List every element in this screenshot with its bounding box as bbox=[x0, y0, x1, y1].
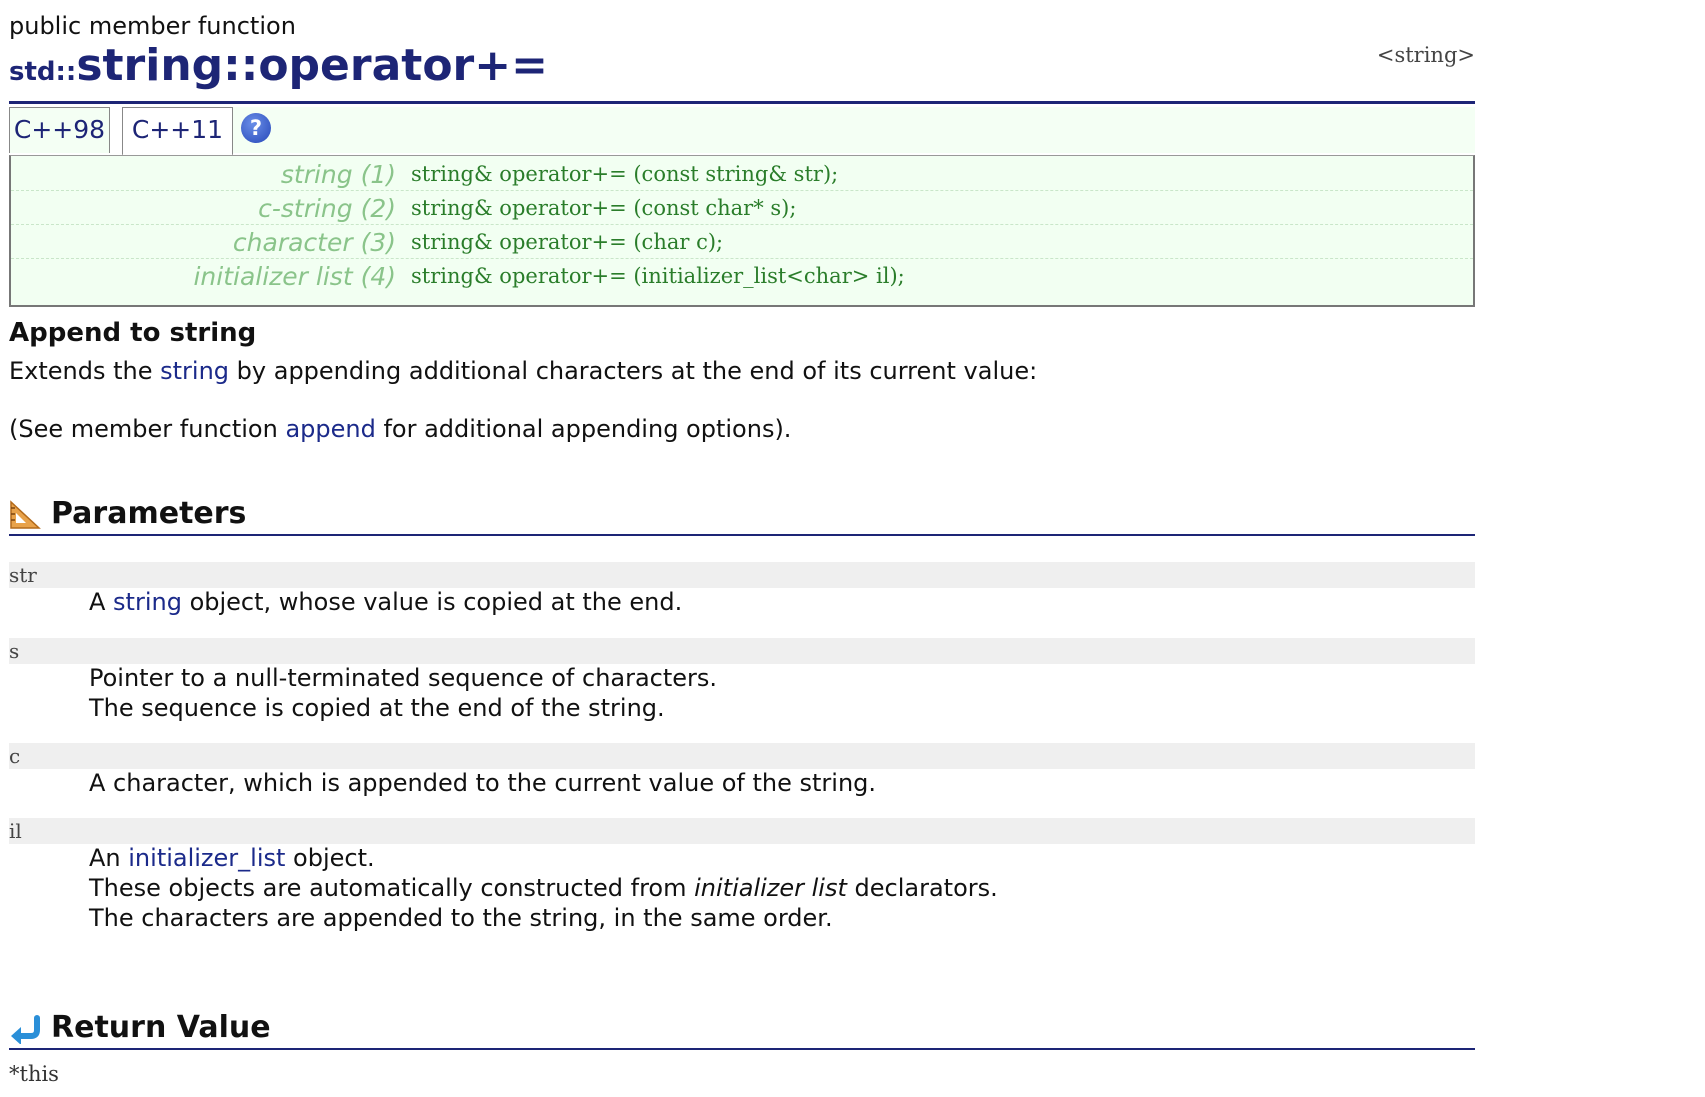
param-text: A bbox=[89, 588, 114, 616]
param-name-str: str bbox=[9, 562, 1475, 588]
description-paragraph-1: Extends the string by appending addition… bbox=[9, 357, 1037, 385]
return-value-section-heading: Return Value bbox=[9, 1010, 1475, 1050]
tab-cpp11[interactable]: C++11 bbox=[122, 107, 233, 156]
param-name-c: c bbox=[9, 743, 1475, 769]
parameters-heading: Parameters bbox=[51, 496, 247, 531]
prototype-code: string& operator+= (const char* s); bbox=[411, 196, 797, 220]
param-text: An bbox=[89, 844, 129, 872]
prototype-row: initializer list (4) string& operator+= … bbox=[11, 258, 1473, 292]
header-ref-link[interactable]: <string> bbox=[1377, 43, 1475, 67]
prototype-box: string (1) string& operator+= (const str… bbox=[9, 155, 1475, 307]
prototype-code: string& operator+= (initializer_list<cha… bbox=[411, 264, 905, 288]
prototype-row: character (3) string& operator+= (char c… bbox=[11, 224, 1473, 259]
param-text: The characters are appended to the strin… bbox=[89, 904, 833, 932]
append-link[interactable]: append bbox=[285, 415, 375, 443]
param-text: object. bbox=[285, 844, 375, 872]
desc-text: for additional appending options). bbox=[375, 415, 792, 443]
tab-cpp98[interactable]: C++98 bbox=[9, 107, 110, 153]
desc-text: Extends the bbox=[9, 357, 161, 385]
prototype-label: initializer list (4) bbox=[193, 262, 396, 291]
param-name-il: il bbox=[9, 818, 1475, 844]
return-arrow-icon bbox=[11, 1015, 40, 1044]
param-text: These objects are automatically construc… bbox=[89, 874, 695, 902]
string-link[interactable]: string bbox=[160, 357, 229, 385]
param-desc-il: An initializer_list object. These object… bbox=[89, 843, 998, 933]
param-text: declarators. bbox=[846, 874, 998, 902]
param-line: These objects are automatically construc… bbox=[89, 873, 998, 903]
summary-heading: Append to string bbox=[9, 318, 257, 348]
param-text: The sequence is copied at the end of the… bbox=[89, 694, 665, 722]
prototype-label: string (1) bbox=[280, 160, 396, 189]
description-paragraph-2: (See member function append for addition… bbox=[9, 415, 791, 443]
desc-text: (See member function bbox=[9, 415, 286, 443]
page: public member function <string> std::str… bbox=[0, 0, 1705, 1097]
prototype-label: character (3) bbox=[232, 228, 396, 257]
initializer-list-link[interactable]: initializer_list bbox=[128, 844, 285, 872]
param-text: A character, which is appended to the cu… bbox=[89, 769, 877, 797]
help-icon[interactable]: ? bbox=[241, 113, 271, 143]
desc-text: by appending additional characters at th… bbox=[229, 357, 1038, 385]
string-link[interactable]: string bbox=[113, 588, 182, 616]
param-name-s: s bbox=[9, 638, 1475, 664]
title-rule bbox=[9, 101, 1475, 104]
return-value-heading: Return Value bbox=[51, 1010, 271, 1045]
title-name: string::operator+= bbox=[76, 40, 548, 91]
prototype-label: c-string (2) bbox=[258, 194, 396, 223]
set-square-icon bbox=[10, 500, 41, 529]
param-text: Pointer to a null-terminated sequence of… bbox=[89, 664, 718, 692]
param-desc-c: A character, which is appended to the cu… bbox=[89, 768, 876, 798]
prototype-code: string& operator+= (const string& str); bbox=[411, 162, 839, 186]
param-text: object, whose value is copied at the end… bbox=[181, 588, 683, 616]
title-namespace: std:: bbox=[9, 57, 77, 87]
prototype-row: string (1) string& operator+= (const str… bbox=[11, 156, 1473, 191]
param-desc-s: Pointer to a null-terminated sequence of… bbox=[89, 663, 717, 723]
kind-label: public member function bbox=[9, 12, 296, 40]
prototype-code: string& operator+= (char c); bbox=[411, 230, 724, 254]
return-value-text: *this bbox=[9, 1062, 59, 1086]
param-text-italic: initializer list bbox=[694, 874, 847, 902]
tab-strip bbox=[233, 107, 1475, 153]
page-title: std::string::operator+= bbox=[9, 40, 548, 91]
version-tabs: C++98 C++11 ? bbox=[9, 107, 1475, 156]
param-desc-str: A string object, whose value is copied a… bbox=[89, 587, 682, 617]
param-line: An initializer_list object. bbox=[89, 843, 998, 873]
parameters-section-heading: Parameters bbox=[9, 496, 1475, 536]
prototype-row: c-string (2) string& operator+= (const c… bbox=[11, 190, 1473, 225]
